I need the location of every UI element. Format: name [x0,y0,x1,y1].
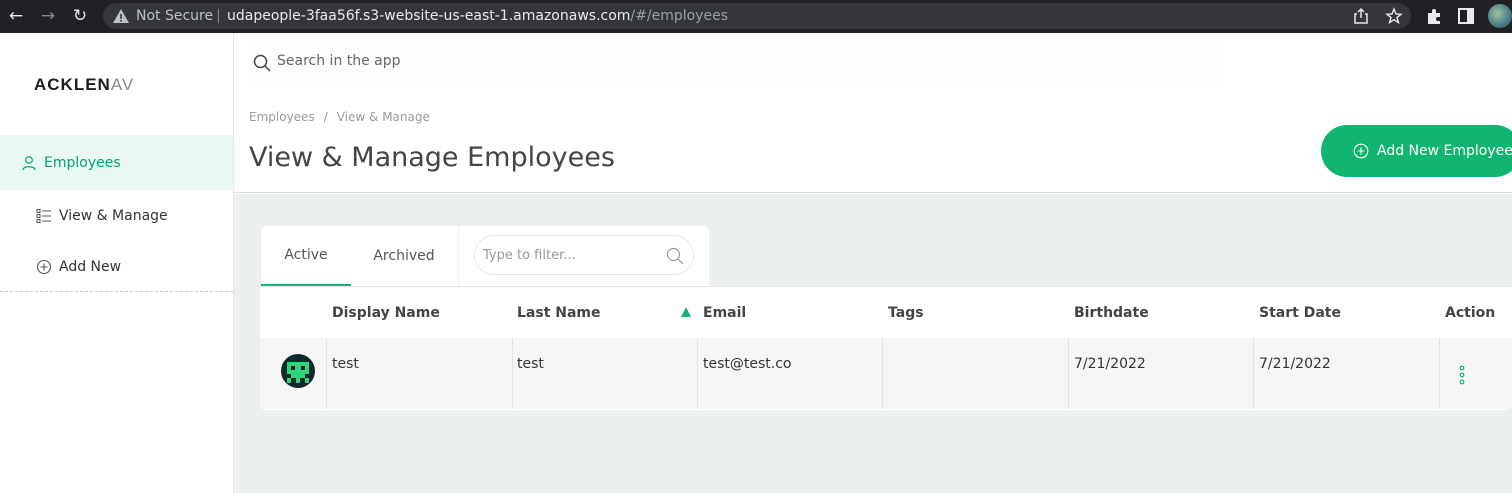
add-button-label: Add New Employee [1377,143,1512,159]
cell-birthdate: 7/21/2022 [1074,356,1146,372]
add-new-employee-button[interactable]: Add New Employee [1321,125,1512,177]
filter-box [474,235,694,275]
cell-display-name: test [332,356,359,372]
forward-arrow-icon[interactable]: → [37,5,59,27]
browser-toolbar: ← → ↻ Not Secure udapeople-3faa56f.s3-we… [0,0,1512,33]
sort-ascending-icon[interactable] [681,307,691,317]
sidebar-item-label: Add New [59,258,122,275]
tab-active[interactable]: Active [261,226,351,286]
avatar [281,354,315,388]
filter-input[interactable] [483,244,663,266]
divider [458,226,459,286]
employees-table: Display Name Last Name Email Tags Birthd… [260,286,1512,410]
extensions-icon[interactable] [1424,6,1444,26]
url-text[interactable]: udapeople-3faa56f.s3-website-us-east-1.a… [227,7,728,25]
table-header: Display Name Last Name Email Tags Birthd… [260,286,1512,338]
app-search-bar: Search in the app [234,33,1512,100]
divider [697,338,698,409]
plus-circle-icon [36,259,52,274]
page-title: View & Manage Employees [249,142,615,173]
main-content: Active Archived Display Name Last Name E… [234,194,1512,493]
divider [218,9,219,23]
cell-last-name: test [517,356,544,372]
back-arrow-icon[interactable]: ← [5,5,27,27]
column-header-start-date[interactable]: Start Date [1259,305,1341,321]
tab-archived[interactable]: Archived [351,226,457,286]
user-icon [22,155,36,170]
cell-email: test@test.co [703,356,792,372]
table-row[interactable]: test test test@test.co 7/21/2022 7/21/20… [260,338,1512,409]
divider [1253,338,1254,409]
warning-icon [113,9,129,23]
share-icon[interactable] [1352,7,1370,25]
divider [882,338,883,409]
sidebar-item-view-manage[interactable]: View & Manage [0,190,233,242]
logo-fade: AV [110,75,135,94]
sidebar: ACKLENAV Employees View & Manage Add New [0,33,234,493]
column-header-birthdate[interactable]: Birthdate [1074,305,1149,321]
more-vertical-icon[interactable] [1457,365,1467,385]
url-host: udapeople-3faa56f.s3-website-us-east-1.a… [227,8,631,24]
tabs-card: Active Archived [261,226,709,288]
sidebar-item-label: Employees [44,154,121,171]
address-bar[interactable]: Not Secure udapeople-3faa56f.s3-website-… [103,3,1411,29]
star-icon[interactable] [1385,7,1403,25]
divider [326,338,327,409]
column-header-action: Action [1445,305,1496,321]
column-header-email[interactable]: Email [703,305,746,321]
avatar-pixel-icon [287,362,309,383]
security-label[interactable]: Not Secure [136,7,213,25]
breadcrumb-item-view-manage[interactable]: View & Manage [337,110,430,124]
sidebar-item-employees[interactable]: Employees [0,135,233,190]
page-header: Employees / View & Manage View & Manage Em… [234,100,1512,193]
breadcrumb-separator: / [323,110,328,124]
column-header-display-name[interactable]: Display Name [332,305,440,321]
divider [1439,338,1440,409]
list-icon [36,209,51,223]
search-icon[interactable] [666,247,684,265]
cell-start-date: 7/21/2022 [1259,356,1331,372]
column-header-tags[interactable]: Tags [888,305,924,321]
column-header-last-name[interactable]: Last Name [517,305,601,321]
search-input[interactable]: Search in the app [277,53,401,69]
sidebar-item-label: View & Manage [59,208,168,224]
plus-circle-icon [1353,143,1369,159]
app-logo[interactable]: ACKLENAV [34,75,134,95]
logo-main: ACKLEN [34,75,111,94]
sidebar-panel-icon[interactable] [1456,6,1476,26]
divider [1068,338,1069,409]
breadcrumb-item-employees[interactable]: Employees [249,110,315,124]
sidebar-item-add-new[interactable]: Add New [0,242,233,292]
divider [512,338,513,409]
breadcrumb: Employees / View & Manage [249,110,430,124]
profile-avatar[interactable] [1488,4,1512,28]
reload-icon[interactable]: ↻ [69,5,91,27]
search-icon [253,54,271,72]
url-path: /#/employees [630,8,728,24]
